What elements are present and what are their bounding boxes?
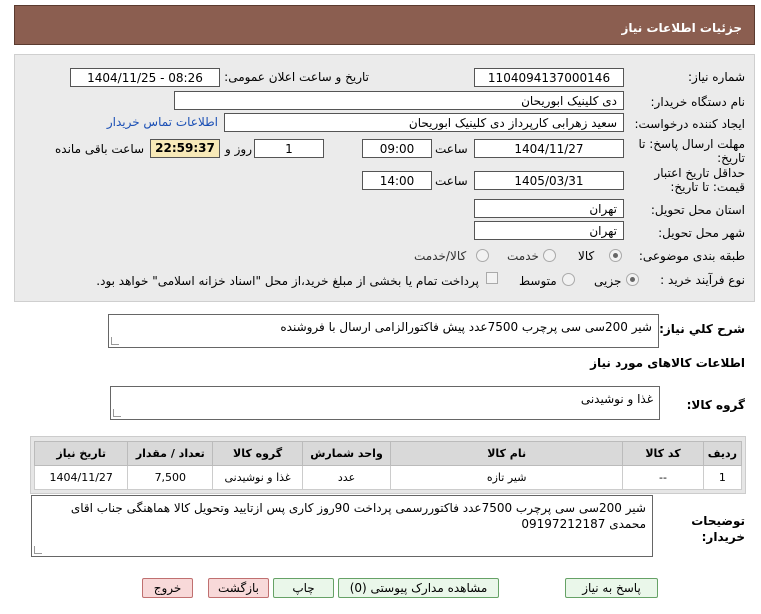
col-header-quantity: تعداد / مقدار [127,441,214,466]
category-goods-radio[interactable] [609,249,622,262]
col-header-row-number: ردیف [702,441,743,466]
description-label: شرح کلي نياز: [659,322,745,336]
cell-quantity: 7,500 [127,465,214,490]
col-header-group: گروه کالا [212,441,304,466]
col-header-code: کد کالا [622,441,704,466]
buyer-notes-field: شیر 200سی سی پرچرب 7500عدد فاکتوررسمی پر… [31,495,653,557]
cell-unit: عدد [302,465,392,490]
view-attachments-button[interactable]: مشاهده مدارک پیوستی (0) [338,578,499,598]
description-text: شیر 200سی سی پرچرب 7500عدد پیش فاکتورالز… [280,320,652,334]
remaining-label: ساعت باقی مانده [55,142,145,156]
days-field: 1 [254,139,324,158]
city-label: شهر محل تحویل: [658,226,745,240]
page-title: جزئیات اطلاعات نیاز [621,21,742,35]
category-both-label: کالا/خدمت [414,249,467,263]
days-label: روز و [225,142,252,156]
goods-group-field: غذا و نوشیدنی [110,386,660,420]
validity-time-field: 14:00 [362,171,432,190]
cell-group: غذا و نوشیدنی [212,465,304,490]
reply-time-field: 09:00 [362,139,432,158]
goods-group-label: گروه کالا: [686,398,745,412]
cell-date: 1404/11/27 [33,465,129,490]
validity-label: حداقل تاریخ اعتبار [654,166,745,180]
buyer-notes-label: توضیحات [691,514,745,528]
need-number-field: 1104094137000146 [474,68,624,87]
cell-code: -- [622,465,704,490]
process-label: نوع فرآیند خرید : [660,273,745,287]
goods-group-text: غذا و نوشیدنی [580,392,653,406]
print-button[interactable]: چاپ [273,578,334,598]
items-table: ردیف کد کالا نام کالا واحد شمارش گروه کا… [33,441,743,490]
table-header-row: ردیف کد کالا نام کالا واحد شمارش گروه کا… [33,441,743,466]
buyer-contact-link[interactable]: اطلاعات تماس خریدار [107,115,218,129]
category-goods-label: کالا [578,249,595,263]
reply-deadline-label-2: تاریخ: [717,151,745,165]
col-header-unit: واحد شمارش [302,441,392,466]
col-header-name: نام کالا [390,441,624,466]
process-medium-label: متوسط [519,274,557,288]
category-service-radio[interactable] [543,249,556,262]
buyer-org-label: نام دستگاه خریدار: [650,95,746,109]
province-field: تهران [474,199,624,218]
items-table-container: ردیف کد کالا نام کالا واحد شمارش گروه کا… [30,436,746,494]
reply-date-field: 1404/11/27 [474,139,624,158]
table-row: 1 -- شیر تازه عدد غذا و نوشیدنی 7,500 14… [33,465,743,490]
province-label: استان محل تحویل: [650,203,745,217]
category-both-radio[interactable] [476,249,489,262]
creator-field: سعید زهرابی کارپرداز دی کلینیک ابوریحان [224,113,624,132]
back-button[interactable]: بازگشت [208,578,269,598]
process-minor-radio[interactable] [626,273,639,286]
need-number-label: شماره نیاز: [688,70,745,84]
treasury-checkbox[interactable] [486,272,498,284]
col-header-date: تاریخ نیاز [33,441,129,466]
cell-name: شیر تازه [390,465,624,490]
reply-button[interactable]: پاسخ به نیاز [565,578,658,598]
description-field: شیر 200سی سی پرچرب 7500عدد پیش فاکتورالز… [108,314,659,348]
goods-section-title: اطلاعات کالاهای مورد نیاز [590,356,745,370]
exit-button[interactable]: خروج [142,578,193,598]
validity-label-2: قیمت: تا تاریخ: [670,180,745,194]
page-header: جزئیات اطلاعات نیاز [14,5,755,45]
buyer-notes-text: شیر 200سی سی پرچرب 7500عدد فاکتوررسمی پر… [70,501,646,531]
buyer-notes-label-2: خریدار: [701,530,745,544]
announce-datetime-label: تاریخ و ساعت اعلان عمومی: [224,70,369,84]
category-service-label: خدمت [507,249,539,263]
process-medium-radio[interactable] [562,273,575,286]
category-label: طبقه بندی موضوعی: [638,249,745,263]
validity-time-label: ساعت [435,174,468,188]
buyer-org-field: دی کلینیک ابوریحان [174,91,624,110]
treasury-note: پرداخت تمام یا بخشی از مبلغ خرید،از محل … [96,274,479,288]
remaining-time: 22:59:37 [150,139,220,158]
creator-label: ایجاد کننده درخواست: [634,117,745,131]
process-minor-label: جزیی [594,274,622,288]
reply-deadline-label: مهلت ارسال پاسخ: تا [638,137,745,151]
validity-date-field: 1405/03/31 [474,171,624,190]
cell-row-number: 1 [702,465,743,490]
city-field: تهران [474,221,624,240]
reply-time-label: ساعت [435,142,468,156]
announce-datetime-field: 1404/11/25 - 08:26 [70,68,220,87]
